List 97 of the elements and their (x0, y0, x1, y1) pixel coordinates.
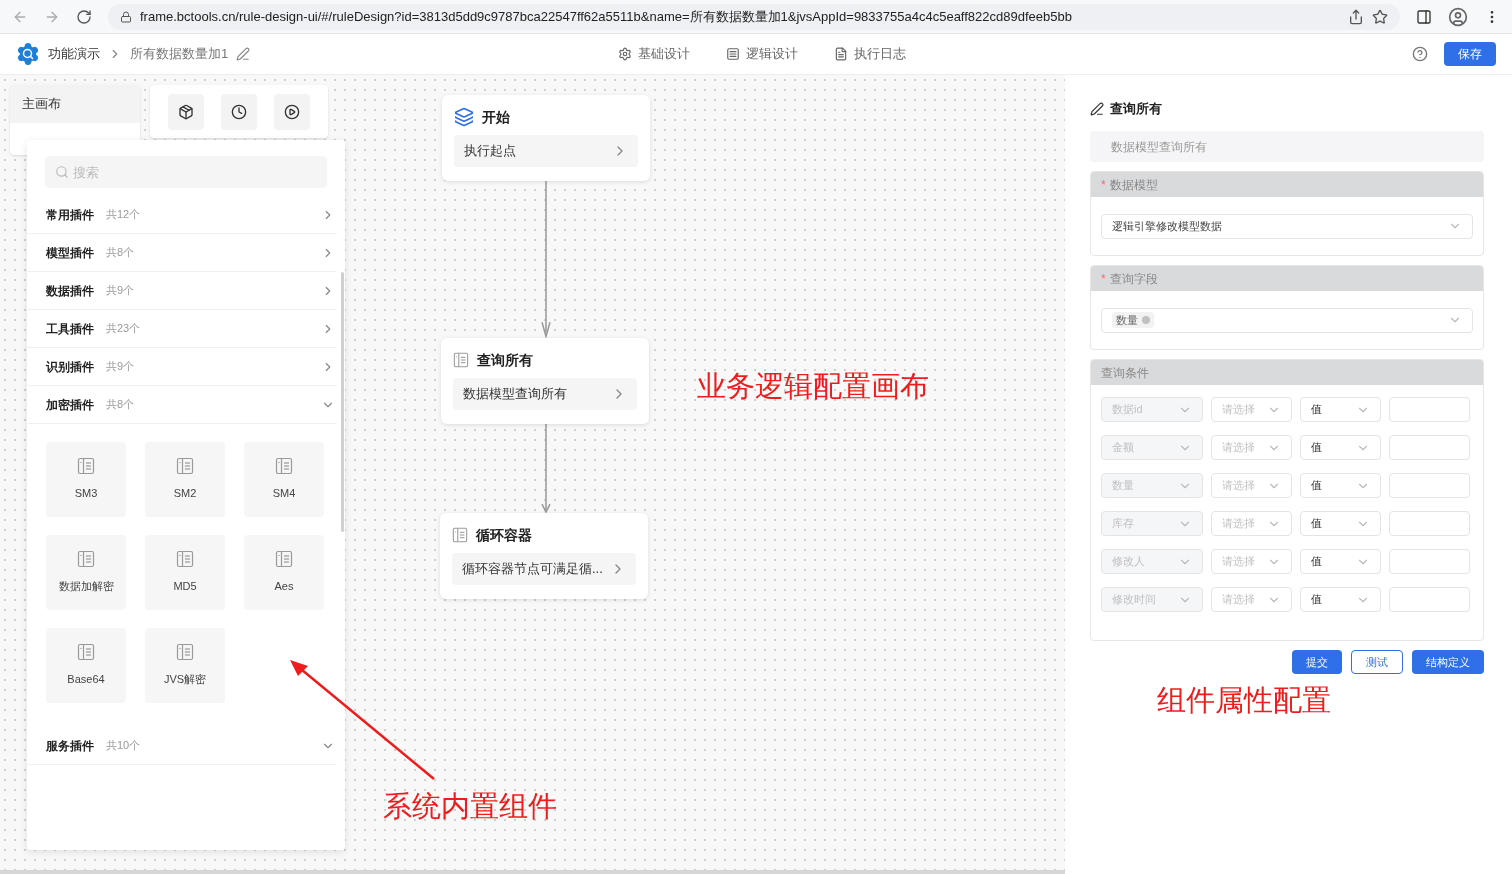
list-panel-icon (77, 457, 95, 476)
edit-icon[interactable] (1090, 102, 1104, 116)
list-panel-icon (176, 457, 194, 476)
annotation-label: 业务逻辑配置画布 (697, 372, 929, 401)
value-input[interactable] (1389, 587, 1470, 612)
node-description[interactable]: 循环容器节点可满足循... (452, 553, 636, 585)
value-type-select[interactable]: 值 (1300, 397, 1381, 422)
plugin-card[interactable]: SM3 (46, 442, 126, 517)
plugin-card[interactable]: SM2 (145, 442, 225, 517)
select-field[interactable]: 逻辑引擎修改模型数据 (1101, 213, 1473, 239)
plugin-box-button[interactable] (168, 93, 204, 130)
breadcrumb: 所有数据数量加1 (130, 45, 229, 64)
value-input[interactable] (1389, 397, 1470, 422)
list-panel-icon (453, 352, 469, 368)
action-button[interactable]: 测试 (1351, 650, 1403, 674)
action-button[interactable]: 提交 (1292, 650, 1342, 674)
clock-icon (231, 103, 247, 120)
annotation-label: 系统内置组件 (383, 792, 557, 821)
plugin-count: 共8个 (106, 245, 135, 261)
plugin-card[interactable]: SM4 (244, 442, 324, 517)
section-header: 查询条件 (1091, 360, 1483, 385)
tag: 数量 (1112, 311, 1154, 329)
gear-icon (618, 47, 632, 61)
plugin-card[interactable]: 数据加解密 (46, 535, 126, 610)
value-input[interactable] (1389, 473, 1470, 498)
plugin-group-header[interactable]: 服务插件 共10个 (27, 727, 337, 765)
plugin-count: 共23个 (106, 321, 141, 337)
value-type-select[interactable]: 值 (1300, 473, 1381, 498)
plugin-count: 共12个 (106, 207, 141, 223)
profile-icon[interactable] (1448, 6, 1468, 27)
lock-icon (120, 10, 132, 23)
list-panel-icon (275, 457, 293, 476)
plugin-count: 共9个 (106, 359, 135, 375)
list-panel-icon (77, 643, 95, 662)
plugin-card[interactable]: JVS解密 (145, 628, 225, 703)
plugin-card[interactable]: MD5 (145, 535, 225, 610)
annotation-label: 组件属性配置 (1157, 686, 1331, 715)
list-panel-icon (77, 550, 95, 569)
node-description[interactable]: 执行起点 (454, 135, 638, 167)
history-button[interactable] (221, 93, 257, 130)
header-tab[interactable]: 基础设计 (618, 44, 690, 64)
list-panel-icon (176, 550, 194, 569)
node-title: 查询所有 (477, 350, 533, 370)
plugin-card[interactable]: Aes (244, 535, 324, 610)
section-header: * 数据模型 (1091, 172, 1483, 197)
plugin-count: 共9个 (106, 283, 135, 299)
plugin-count: 共8个 (106, 397, 135, 413)
search-icon (55, 165, 69, 179)
box-icon (178, 103, 194, 120)
reload-icon[interactable] (76, 8, 92, 25)
plugin-card[interactable]: Base64 (46, 628, 126, 703)
required-mark: * (1101, 270, 1106, 288)
run-button[interactable] (274, 93, 310, 130)
search-field[interactable]: 搜索 (45, 156, 327, 188)
value-type-select[interactable]: 值 (1300, 435, 1381, 460)
address-bar[interactable]: frame.bctools.cn/rule-design-ui/#/ruleDesign?id=3813d5dd9c9787bca22547ff62a5511b&name=所有数据数量加1&jvsAppId=9833755a4c4c5eaff822cd89dfeeb5bb (108, 3, 1400, 30)
header-tab[interactable]: 执行日志 (834, 44, 906, 64)
side-panel-icon[interactable] (1416, 8, 1432, 25)
plugin-group-header[interactable]: 模型插件 共8个 (27, 234, 337, 272)
value-type-select[interactable]: 值 (1300, 549, 1381, 574)
section-header: * 查询字段 (1091, 266, 1483, 291)
value-type-select[interactable]: 值 (1300, 587, 1381, 612)
share-icon[interactable] (1348, 8, 1364, 25)
plugin-group-header[interactable]: 识别插件 共9个 (27, 348, 337, 386)
flow-node[interactable]: 循环容器 循环容器节点可满足循... (440, 513, 648, 599)
list-panel-icon (275, 550, 293, 569)
plugin-count: 共10个 (106, 738, 141, 754)
node-title: 开始 (482, 107, 510, 127)
app-name[interactable]: 功能演示 (48, 44, 100, 64)
plugin-group-header[interactable]: 数据插件 共9个 (27, 272, 337, 310)
flow-node[interactable]: 开始 执行起点 (442, 95, 650, 181)
canvas-tab[interactable]: 主画布 (10, 85, 140, 123)
list-panel-icon (176, 643, 194, 662)
required-mark: * (1101, 176, 1106, 194)
panel-title: 查询所有 (1110, 100, 1162, 119)
help-icon[interactable] (1412, 46, 1428, 62)
document-icon (834, 47, 848, 61)
play-icon (284, 103, 300, 120)
node-title: 循环容器 (476, 525, 532, 545)
star-icon[interactable] (1372, 8, 1388, 25)
select-field[interactable]: 数量 (1101, 307, 1473, 333)
plugin-group-header[interactable]: 工具插件 共23个 (27, 310, 337, 348)
save-button[interactable]: 保存 (1444, 42, 1496, 66)
layers-icon (454, 107, 474, 127)
list-icon (726, 47, 740, 61)
value-input[interactable] (1389, 511, 1470, 536)
logo-icon (16, 42, 40, 66)
action-button[interactable]: 结构定义 (1412, 650, 1484, 674)
list-panel-icon (452, 527, 468, 543)
value-input[interactable] (1389, 549, 1470, 574)
flow-node[interactable]: 查询所有 数据模型查询所有 (441, 338, 649, 424)
plugin-group-header[interactable]: 常用插件 共12个 (27, 196, 337, 234)
value-input[interactable] (1389, 435, 1470, 460)
node-description[interactable]: 数据模型查询所有 (453, 378, 637, 410)
header-tab[interactable]: 逻辑设计 (726, 44, 798, 64)
plugin-group-header[interactable]: 加密插件 共8个 (27, 386, 337, 424)
value-type-select[interactable]: 值 (1300, 511, 1381, 536)
